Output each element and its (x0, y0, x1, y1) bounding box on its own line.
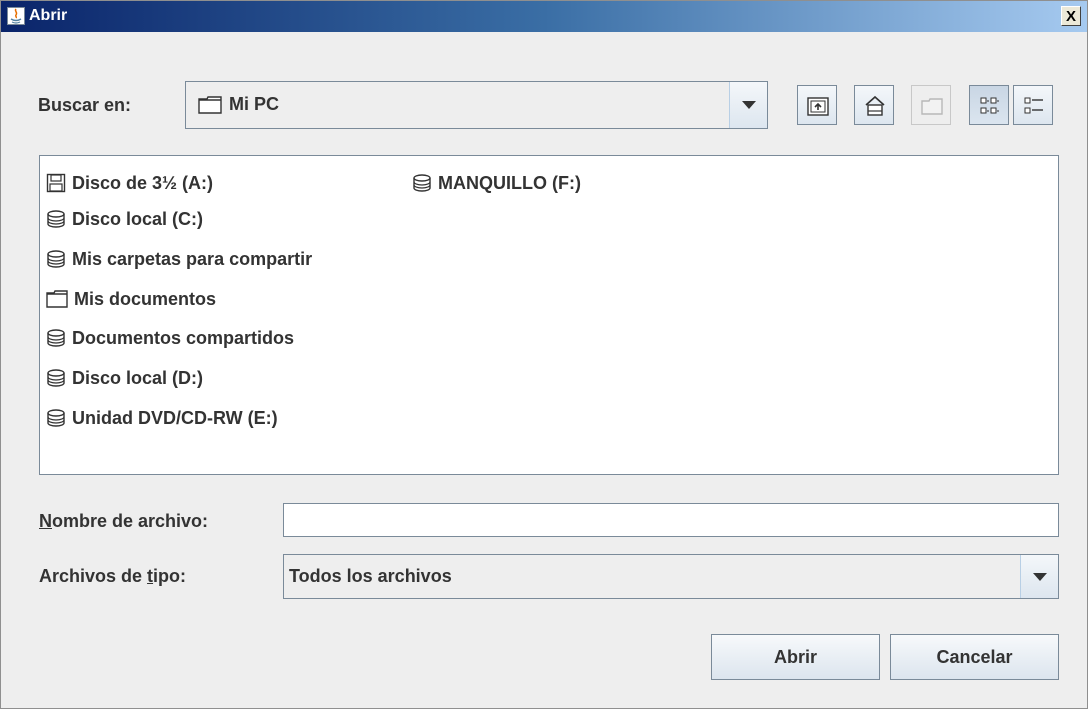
folder-icon (198, 96, 222, 114)
filetype-label: Archivos de tipo: (39, 566, 186, 587)
java-icon (7, 7, 25, 25)
filetype-dropdown-button[interactable] (1020, 555, 1058, 598)
details-view-icon (1024, 97, 1043, 114)
lookin-combo[interactable]: Mi PC (185, 81, 768, 129)
chevron-down-icon (742, 101, 756, 109)
list-item[interactable]: Disco local (C:) (46, 204, 203, 234)
lookin-label: Buscar en: (38, 95, 132, 115)
filename-label: Nombre de archivo: (39, 511, 208, 532)
title-bar[interactable]: Abrir X (1, 1, 1087, 32)
open-file-dialog: Abrir X Buscar en: Mi PC Disco de 3½ (A:… (0, 0, 1088, 709)
up-one-level-icon (807, 97, 829, 116)
filetype-label-text: Archivos de (39, 566, 148, 586)
cancel-button[interactable]: Cancelar (890, 634, 1059, 680)
filetype-value: Todos los archivos (289, 566, 452, 586)
list-item[interactable]: Disco de 3½ (A:) (46, 168, 213, 198)
home-button[interactable] (854, 85, 894, 125)
close-button[interactable]: X (1061, 6, 1081, 26)
file-list[interactable]: Disco de 3½ (A:) Disco local (C:) Mis ca… (39, 155, 1059, 475)
drive-icon (47, 409, 65, 427)
floppy-icon (46, 173, 66, 193)
home-icon (865, 95, 885, 116)
list-item[interactable]: Unidad DVD/CD-RW (E:) (46, 403, 278, 433)
drive-icon (47, 369, 65, 387)
open-button[interactable]: Abrir (711, 634, 880, 680)
list-view-button[interactable] (969, 85, 1009, 125)
list-item-label: Unidad DVD/CD-RW (E:) (72, 407, 278, 428)
list-item-label: Disco local (C:) (72, 208, 204, 229)
list-item[interactable]: Documentos compartidos (46, 323, 294, 353)
filetype-combo[interactable]: Todos los archivos (283, 554, 1059, 599)
drive-icon (47, 250, 65, 268)
list-item[interactable]: MANQUILLO (F:) (412, 168, 581, 198)
list-view-icon (980, 97, 999, 114)
filename-label-mnemonic: N (39, 511, 52, 531)
new-folder-button[interactable] (911, 85, 951, 125)
filename-input[interactable] (283, 503, 1059, 537)
list-item-label: Mis documentos (74, 288, 217, 309)
list-item[interactable]: Mis carpetas para compartir (46, 244, 312, 274)
drive-icon (413, 174, 431, 192)
list-item-label: Mis carpetas para compartir (72, 248, 313, 269)
list-item[interactable]: Mis documentos (46, 284, 216, 314)
window-title: Abrir (29, 7, 68, 24)
close-icon: X (1065, 7, 1076, 25)
list-item-label: Disco de 3½ (A:) (72, 172, 214, 193)
list-item[interactable]: Disco local (D:) (46, 363, 203, 393)
new-folder-icon (921, 98, 943, 115)
details-view-button[interactable] (1013, 85, 1053, 125)
folder-icon (46, 290, 68, 308)
chevron-down-icon (1033, 573, 1047, 581)
lookin-value: Mi PC (229, 94, 280, 114)
drive-icon (47, 210, 65, 228)
up-one-level-button[interactable] (797, 85, 837, 125)
list-item-label: MANQUILLO (F:) (438, 172, 581, 193)
list-item-label: Documentos compartidos (72, 327, 295, 348)
filename-label-text: ombre de archivo: (52, 511, 209, 531)
drive-icon (47, 329, 65, 347)
list-item-label: Disco local (D:) (72, 367, 204, 388)
filetype-label-text-end: ipo: (153, 566, 187, 586)
lookin-dropdown-button[interactable] (729, 82, 767, 128)
